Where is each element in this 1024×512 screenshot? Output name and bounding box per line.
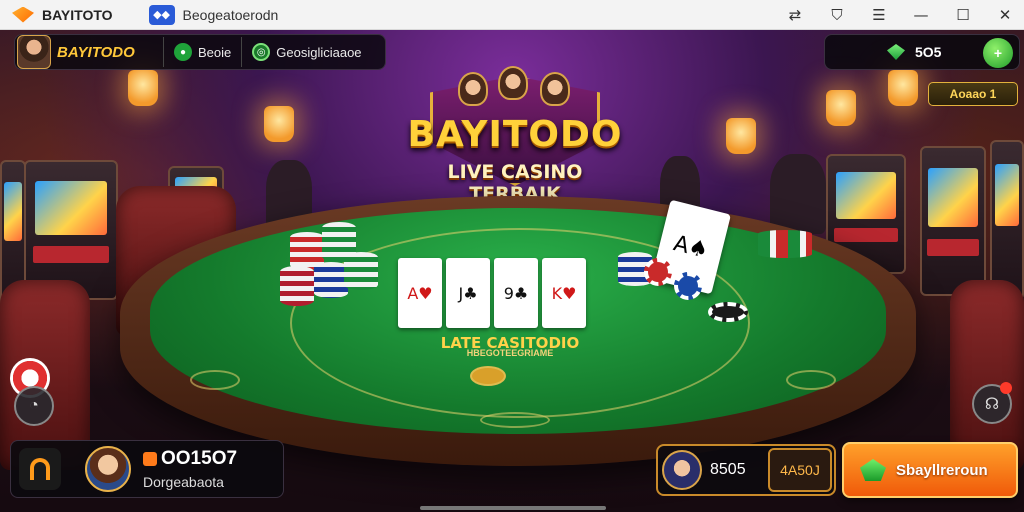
opponent-panel[interactable]: 8505 4A50J [656, 444, 836, 496]
betting-spot[interactable] [470, 366, 506, 386]
playing-card[interactable]: 9♣ [494, 258, 538, 328]
add-funds-button[interactable]: + [983, 38, 1013, 68]
patron-figure [770, 154, 826, 234]
play-gem-icon [860, 459, 886, 481]
status-badge[interactable]: Aoaao 1 [928, 82, 1018, 106]
slot-machine [920, 146, 986, 296]
window-titlebar: BAYITOTO ◆◆ Beogeatoerodn ⇄ ⛉ ☰ — ☐ ✕ [0, 0, 1024, 30]
app-logo-icon [12, 6, 34, 23]
play-button[interactable]: Sbayllreroun [842, 442, 1018, 498]
logo-title: BAYITODO [407, 114, 623, 155]
player-balance: OO15O7 [161, 448, 238, 469]
opponent-avatar [662, 450, 702, 490]
player-panel: OO15O7 Dorgeabaota [10, 440, 284, 498]
chip-stack[interactable] [758, 230, 812, 258]
horizontal-scrollbar[interactable] [420, 506, 606, 510]
chip-stack[interactable] [314, 262, 348, 298]
minimize-button[interactable]: — [910, 4, 932, 26]
notification-dot [1000, 382, 1012, 394]
hud-item-games[interactable]: ● Beoie [174, 43, 231, 61]
chip-stack[interactable] [344, 252, 378, 290]
lamp-decoration [264, 106, 294, 142]
app-title: BAYITOTO [42, 6, 113, 23]
lamp-decoration [888, 70, 918, 106]
support-headset-icon[interactable]: ☊ [972, 382, 1012, 424]
betting-spot[interactable] [786, 370, 836, 390]
hud-item-label: Geosigliciaaoe [276, 44, 362, 60]
poker-chip[interactable] [644, 258, 672, 286]
chip-stack[interactable] [280, 266, 314, 306]
game-logo: BAYITODO LIVE CASINO TERBAIK [400, 66, 630, 205]
close-button[interactable]: ✕ [994, 4, 1016, 26]
playing-card[interactable]: J♣ [446, 258, 490, 328]
player-avatar[interactable] [85, 446, 131, 492]
globe-icon: ◎ [252, 43, 271, 61]
tab-title[interactable]: Beogeatoerodn [183, 7, 279, 23]
home-button[interactable] [19, 448, 61, 490]
shield-icon[interactable]: ⛉ [826, 4, 848, 26]
lamp-decoration [826, 90, 856, 126]
lamp-decoration [128, 70, 158, 106]
poker-chip[interactable] [708, 302, 748, 322]
slot-machine [990, 140, 1024, 300]
avatar[interactable] [17, 35, 51, 69]
top-balance: 5O5 [915, 44, 942, 60]
player-name: Dorgeabaota [143, 474, 224, 490]
top-hud-left: BAYITODO ● Beoie ◎ Geosigliciaaoe [14, 34, 386, 70]
coin-icon [143, 452, 157, 466]
hud-item-label: Beoie [198, 44, 232, 60]
play-button-label: Sbayllreroun [896, 461, 988, 479]
felt-subtitle: HBEGOTEEGRIAME [466, 348, 554, 358]
hud-item-globe[interactable]: ◎ Geosigliciaaoe [252, 43, 362, 61]
playing-card[interactable]: A♥ [398, 258, 442, 328]
chat-icon[interactable]: ◔ [14, 386, 54, 426]
brand-name: BAYITODO [57, 43, 135, 61]
menu-icon[interactable]: ☰ [868, 4, 890, 26]
host-portrait [498, 66, 528, 100]
share-icon[interactable]: ⇄ [784, 4, 806, 26]
poker-chip[interactable] [674, 272, 702, 300]
tab-favicon-icon: ◆◆ [148, 4, 175, 25]
betting-spot[interactable] [480, 412, 550, 428]
slot-machine [24, 160, 118, 300]
gem-icon [887, 44, 905, 60]
home-icon [30, 458, 50, 480]
playing-card[interactable]: K♥ [542, 258, 586, 328]
host-portrait [540, 72, 570, 106]
host-portrait [458, 72, 488, 106]
maximize-button[interactable]: ☐ [952, 4, 974, 26]
opponent-value: 8505 [710, 461, 746, 478]
lamp-decoration [726, 118, 756, 154]
betting-spot[interactable] [190, 370, 240, 390]
top-hud-balance: 5O5 + [824, 34, 1020, 70]
gamepad-icon: ● [174, 43, 192, 61]
opponent-badge: 4A50J [768, 448, 832, 492]
